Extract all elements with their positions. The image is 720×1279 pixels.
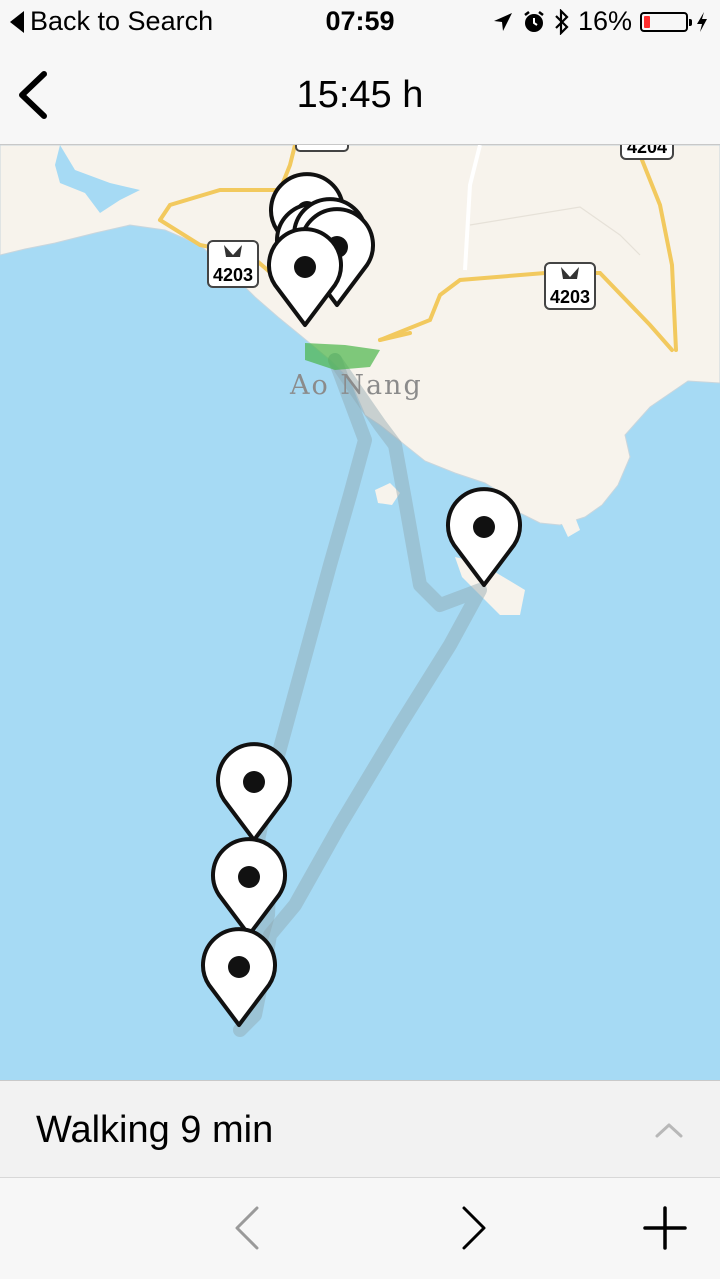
status-indicators: 16% xyxy=(492,6,708,37)
charging-bolt-icon xyxy=(697,11,707,32)
chevron-up-icon[interactable] xyxy=(654,1121,684,1139)
bluetooth-icon xyxy=(555,8,569,35)
route-shield-3: 4204 xyxy=(620,145,674,160)
route-shield-2-label: 4203 xyxy=(550,287,590,307)
map-pin-dot xyxy=(243,771,265,793)
route-summary-label: Walking 9 min xyxy=(36,1109,274,1151)
map-view[interactable]: 4203 4203 4204 Ao Nang xyxy=(0,145,720,1080)
route-shield-1-label: 4203 xyxy=(213,265,253,285)
map-pin-dot xyxy=(238,866,260,888)
alarm-icon xyxy=(524,10,544,32)
bottom-toolbar xyxy=(0,1178,720,1279)
back-triangle-icon xyxy=(10,10,24,33)
place-label: Ao Nang xyxy=(290,370,423,401)
map-pin-dot xyxy=(294,256,316,278)
map-pin-dot xyxy=(473,516,495,538)
navigation-bar: 15:45 h xyxy=(0,46,720,145)
back-to-search-link[interactable]: Back to Search xyxy=(10,6,213,37)
location-arrow-icon xyxy=(493,12,512,31)
battery-level xyxy=(644,15,650,28)
route-shield-2: 4203 xyxy=(544,262,596,310)
page-title: 15:45 h xyxy=(296,74,424,116)
next-button[interactable] xyxy=(450,1203,500,1253)
map-canvas[interactable]: 4203 4203 4204 xyxy=(0,145,720,1080)
previous-button[interactable] xyxy=(225,1203,275,1253)
route-shield-4 xyxy=(295,145,349,152)
map-pin-dot xyxy=(228,956,250,978)
route-shield-1: 4203 xyxy=(207,240,259,288)
back-to-search-label: Back to Search xyxy=(30,6,214,36)
route-shield-3-label: 4204 xyxy=(627,145,667,157)
add-button[interactable] xyxy=(640,1203,690,1253)
route-summary-sheet[interactable]: Walking 9 min xyxy=(0,1080,720,1178)
battery-icon xyxy=(640,11,692,32)
battery-percent: 16% xyxy=(577,6,632,36)
status-bar: Back to Search 07:59 16% xyxy=(0,0,720,46)
